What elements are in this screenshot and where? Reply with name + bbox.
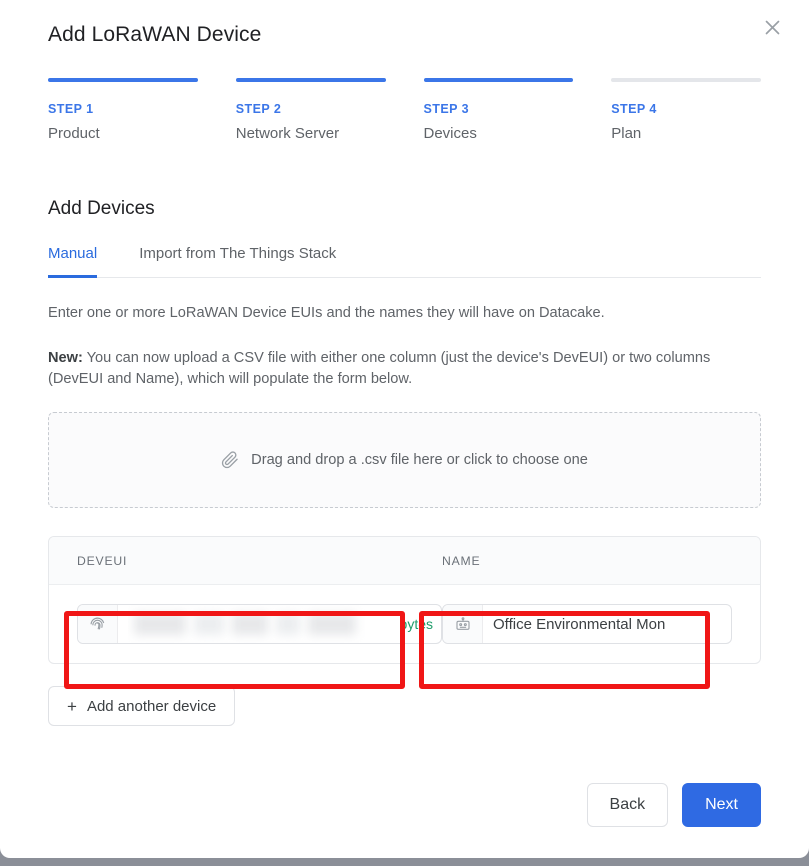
step-progress-bar-2	[235, 78, 386, 82]
stepper-step-4[interactable]: STEP 4 Plan	[611, 78, 761, 144]
plus-icon: +	[67, 696, 77, 716]
modal-body: Add Devices Manual Import from The Thing…	[0, 196, 809, 726]
name-input-value: Office Environmental Mon	[493, 615, 666, 633]
intro-text: Enter one or more LoRaWAN Device EUIs an…	[48, 305, 605, 321]
fingerprint-icon	[78, 605, 118, 643]
stepper-step-1[interactable]: STEP 1 Product	[48, 78, 198, 144]
devices-table: DEVEUI NAME bytes Office Environmental M…	[48, 536, 761, 664]
deveui-input-group[interactable]: bytes	[77, 604, 442, 644]
tab-import-from-the-things-stack[interactable]: Import from The Things Stack	[139, 244, 336, 277]
device-tag-icon	[443, 605, 483, 643]
step-progress-bar-3	[423, 78, 574, 82]
cell-deveui: bytes	[77, 604, 442, 644]
add-another-device-label: Add another device	[86, 697, 217, 715]
add-another-device-button[interactable]: + Add another device	[48, 686, 236, 726]
modal-header: Add LoRaWAN Device	[0, 0, 809, 50]
add-lorawan-device-modal: Add LoRaWAN Device STEP 1 Product STEP 2…	[0, 0, 809, 858]
new-feature-text: New: You can now upload a CSV file with …	[48, 348, 748, 390]
new-label: New:	[48, 350, 83, 366]
close-icon[interactable]	[757, 12, 787, 42]
page-title: Add LoRaWAN Device	[48, 23, 262, 46]
csv-dropzone[interactable]: Drag and drop a .csv file here or click …	[48, 412, 761, 508]
deveui-byte-counter: bytes	[397, 616, 433, 632]
tab-manual[interactable]: Manual	[48, 244, 98, 278]
name-input[interactable]: Office Environmental Mon	[483, 605, 731, 643]
modal-footer: Back Next	[0, 766, 809, 858]
step-label-3: Devices	[423, 125, 477, 142]
step-label-1: Product	[48, 125, 100, 142]
step-number-3: STEP 3	[423, 102, 470, 116]
stepper-step-3[interactable]: STEP 3 Devices	[423, 78, 574, 144]
step-number-4: STEP 4	[611, 102, 657, 116]
step-number-2: STEP 2	[235, 102, 282, 116]
table-header-row: DEVEUI NAME	[49, 537, 760, 585]
tab-bar: Manual Import from The Things Stack	[48, 244, 761, 278]
step-progress-bar-4	[611, 78, 761, 82]
section-title: Add Devices	[48, 198, 155, 219]
stepper-step-2[interactable]: STEP 2 Network Server	[235, 78, 386, 144]
paperclip-icon	[221, 451, 239, 469]
table-body: bytes Office Environmental Mon	[49, 585, 760, 663]
stepper: STEP 1 Product STEP 2 Network Server STE…	[0, 78, 809, 144]
new-feature-body: You can now upload a CSV file with eithe…	[48, 350, 711, 387]
step-progress-bar-1	[48, 78, 198, 82]
deveui-input[interactable]: bytes	[118, 605, 441, 643]
step-number-1: STEP 1	[48, 102, 94, 116]
cell-name: Office Environmental Mon	[442, 604, 732, 644]
table-row: bytes Office Environmental Mon	[49, 585, 760, 663]
step-label-4: Plan	[611, 125, 642, 142]
column-header-name: NAME	[442, 553, 481, 568]
back-button[interactable]: Back	[586, 783, 669, 827]
deveui-redacted-value	[128, 605, 431, 643]
name-input-group[interactable]: Office Environmental Mon	[442, 604, 732, 644]
dropzone-label: Drag and drop a .csv file here or click …	[251, 452, 588, 468]
step-label-2: Network Server	[235, 125, 340, 142]
column-header-deveui: DEVEUI	[77, 553, 128, 568]
next-button[interactable]: Next	[682, 783, 761, 827]
